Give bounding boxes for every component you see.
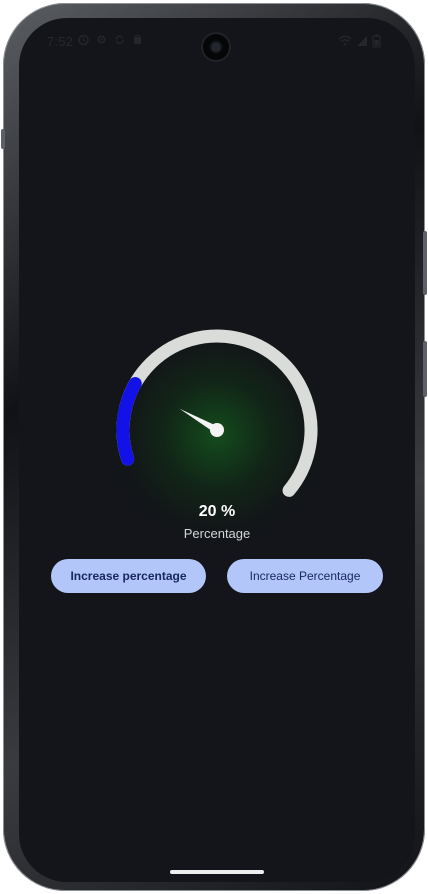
gauge-value-text: 20 %	[198, 503, 236, 520]
signal-icon	[357, 36, 367, 46]
bag-icon	[134, 34, 141, 44]
percentage-gauge: 20 % Percentage	[110, 328, 324, 542]
sync-icon	[115, 35, 124, 45]
status-icons-right	[338, 34, 381, 48]
volume-button	[1, 129, 5, 149]
app-screen: 7:52 20 % Percentage Increase percentage…	[19, 18, 415, 882]
status-bar: 7:52	[19, 18, 415, 66]
wifi-icon	[338, 35, 352, 46]
battery-icon	[372, 34, 381, 48]
gauge-hub	[210, 423, 224, 437]
gear-icon	[97, 35, 106, 44]
gauge-progress-arc	[116, 377, 142, 466]
gauge-caption: Percentage	[183, 526, 251, 541]
status-icons-left	[77, 33, 144, 46]
side-button	[423, 341, 427, 397]
increase-percentage-button-left[interactable]: Increase percentage	[51, 559, 206, 593]
alarm-icon	[78, 34, 89, 46]
increase-percentage-button-right[interactable]: Increase Percentage	[227, 559, 383, 593]
gauge-track	[116, 329, 318, 497]
status-time: 7:52	[47, 34, 74, 49]
front-camera	[203, 34, 229, 60]
power-button	[423, 231, 427, 295]
home-indicator[interactable]	[170, 870, 264, 874]
phone-frame: 7:52 20 % Percentage Increase percentage…	[1, 3, 427, 891]
